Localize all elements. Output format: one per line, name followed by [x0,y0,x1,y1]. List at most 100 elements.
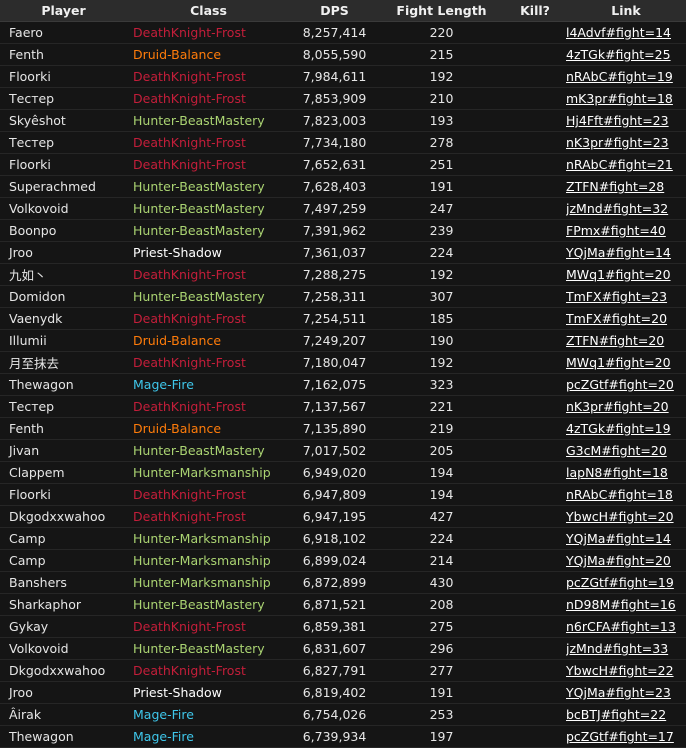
report-link[interactable]: YQjMa#fight=14 [566,531,671,546]
header-kill[interactable]: Kill? [504,0,566,22]
table-row: Fenth Druid-Balance 8,055,590 215 4zTGk#figh… [0,43,686,66]
fight-length-cell: 185 [379,307,504,330]
class-cell: DeathKnight-Frost [127,153,290,176]
player-cell: Fenth [0,417,127,440]
report-link[interactable]: MWq1#fight=20 [566,355,671,370]
player-cell: Âirak [0,703,127,726]
link-cell: YQjMa#fight=20 [566,549,686,572]
report-link[interactable]: G3cM#fight=20 [566,443,667,458]
fight-length-cell: 219 [379,417,504,440]
class-cell: DeathKnight-Frost [127,659,290,682]
dps-cell: 7,652,631 [290,153,379,176]
fight-length-cell: 193 [379,109,504,132]
dps-cell: 7,135,890 [290,417,379,440]
report-link[interactable]: YQjMa#fight=20 [566,553,671,568]
kill-cell [504,65,566,88]
fight-length-cell: 275 [379,615,504,638]
kill-cell [504,43,566,66]
player-cell: Banshers [0,571,127,594]
dps-cell: 7,254,511 [290,307,379,330]
report-link[interactable]: nRAbC#fight=19 [566,69,673,84]
report-link[interactable]: Hj4Fft#fight=23 [566,113,669,128]
dps-cell: 7,823,003 [290,109,379,132]
link-cell: jzMnd#fight=33 [566,637,686,660]
player-cell: Domidon [0,285,127,308]
fight-length-cell: 224 [379,241,504,264]
table-row: Jivan Hunter-BeastMastery 7,017,502 205 G3cM… [0,439,686,462]
header-class[interactable]: Class [127,0,290,22]
link-cell: ZTFN#fight=28 [566,175,686,198]
fight-length-cell: 251 [379,153,504,176]
report-link[interactable]: ZTFN#fight=28 [566,179,664,194]
table-row: Clappem Hunter-Marksmanship 6,949,020 194 la… [0,461,686,484]
header-link[interactable]: Link [566,0,686,22]
table-row: Thewagon Mage-Fire 6,739,934 197 pcZGtf#figh… [0,725,686,748]
report-link[interactable]: YQjMa#fight=23 [566,685,671,700]
report-link[interactable]: 4zTGk#fight=25 [566,47,671,62]
player-cell: Thewagon [0,725,127,748]
player-cell: Gykay [0,615,127,638]
report-link[interactable]: jzMnd#fight=33 [566,641,668,656]
fight-length-cell: 307 [379,285,504,308]
report-link[interactable]: YbwcH#fight=20 [566,509,674,524]
report-link[interactable]: l4Advf#fight=14 [566,25,671,40]
kill-cell [504,263,566,286]
report-link[interactable]: TmFX#fight=20 [566,311,667,326]
fight-length-cell: 197 [379,725,504,748]
player-cell: Camp [0,549,127,572]
class-cell: Druid-Balance [127,43,290,66]
link-cell: n6rCFA#fight=13 [566,615,686,638]
class-cell: DeathKnight-Frost [127,615,290,638]
report-link[interactable]: pcZGtf#fight=20 [566,377,674,392]
report-link[interactable]: n6rCFA#fight=13 [566,619,676,634]
report-link[interactable]: nRAbC#fight=21 [566,157,673,172]
header-dps[interactable]: DPS [290,0,379,22]
link-cell: jzMnd#fight=32 [566,197,686,220]
report-link[interactable]: 4zTGk#fight=19 [566,421,671,436]
kill-cell [504,571,566,594]
kill-cell [504,527,566,550]
player-cell: Vaenydk [0,307,127,330]
report-link[interactable]: nD98M#fight=16 [566,597,676,612]
report-link[interactable]: jzMnd#fight=32 [566,201,668,216]
table-row: Floorki DeathKnight-Frost 6,947,809 194 nRAb… [0,483,686,506]
link-cell: nRAbC#fight=21 [566,153,686,176]
dps-cell: 7,628,403 [290,175,379,198]
table-row: Camp Hunter-Marksmanship 6,899,024 214 YQjMa… [0,549,686,572]
class-cell: Hunter-BeastMastery [127,219,290,242]
report-link[interactable]: mK3pr#fight=18 [566,91,673,106]
kill-cell [504,395,566,418]
kill-cell [504,219,566,242]
table-row: Dkgodxxwahoo DeathKnight-Frost 6,827,791 27… [0,659,686,682]
report-link[interactable]: TmFX#fight=23 [566,289,667,304]
report-link[interactable]: bcBTJ#fight=22 [566,707,666,722]
header-row: Player Class DPS Fight Length Kill? Link [0,0,686,22]
class-cell: Hunter-BeastMastery [127,439,290,462]
report-link[interactable]: ZTFN#fight=20 [566,333,664,348]
report-link[interactable]: pcZGtf#fight=17 [566,729,674,744]
report-link[interactable]: FPmx#fight=40 [566,223,666,238]
report-link[interactable]: YbwcH#fight=22 [566,663,674,678]
kill-cell [504,175,566,198]
report-link[interactable]: nK3pr#fight=20 [566,399,669,414]
link-cell: pcZGtf#fight=17 [566,725,686,748]
table-row: 九如丶 DeathKnight-Frost 7,288,275 192 MWq1#fig… [0,263,686,286]
dps-cell: 6,899,024 [290,549,379,572]
report-link[interactable]: nRAbC#fight=18 [566,487,673,502]
report-link[interactable]: pcZGtf#fight=19 [566,575,674,590]
report-link[interactable]: MWq1#fight=20 [566,267,671,282]
link-cell: nRAbC#fight=19 [566,65,686,88]
player-cell: Illumii [0,329,127,352]
fight-length-cell: 194 [379,483,504,506]
link-cell: nD98M#fight=16 [566,593,686,616]
class-cell: DeathKnight-Frost [127,395,290,418]
report-link[interactable]: lapN8#fight=18 [566,465,668,480]
header-fight-length[interactable]: Fight Length [379,0,504,22]
table-row: Superachmed Hunter-BeastMastery 7,628,403 1… [0,175,686,198]
link-cell: nK3pr#fight=20 [566,395,686,418]
report-link[interactable]: nK3pr#fight=23 [566,135,669,150]
report-link[interactable]: YQjMa#fight=14 [566,245,671,260]
dps-cell: 8,257,414 [290,21,379,44]
header-player[interactable]: Player [0,0,127,22]
player-cell: Jroo [0,681,127,704]
